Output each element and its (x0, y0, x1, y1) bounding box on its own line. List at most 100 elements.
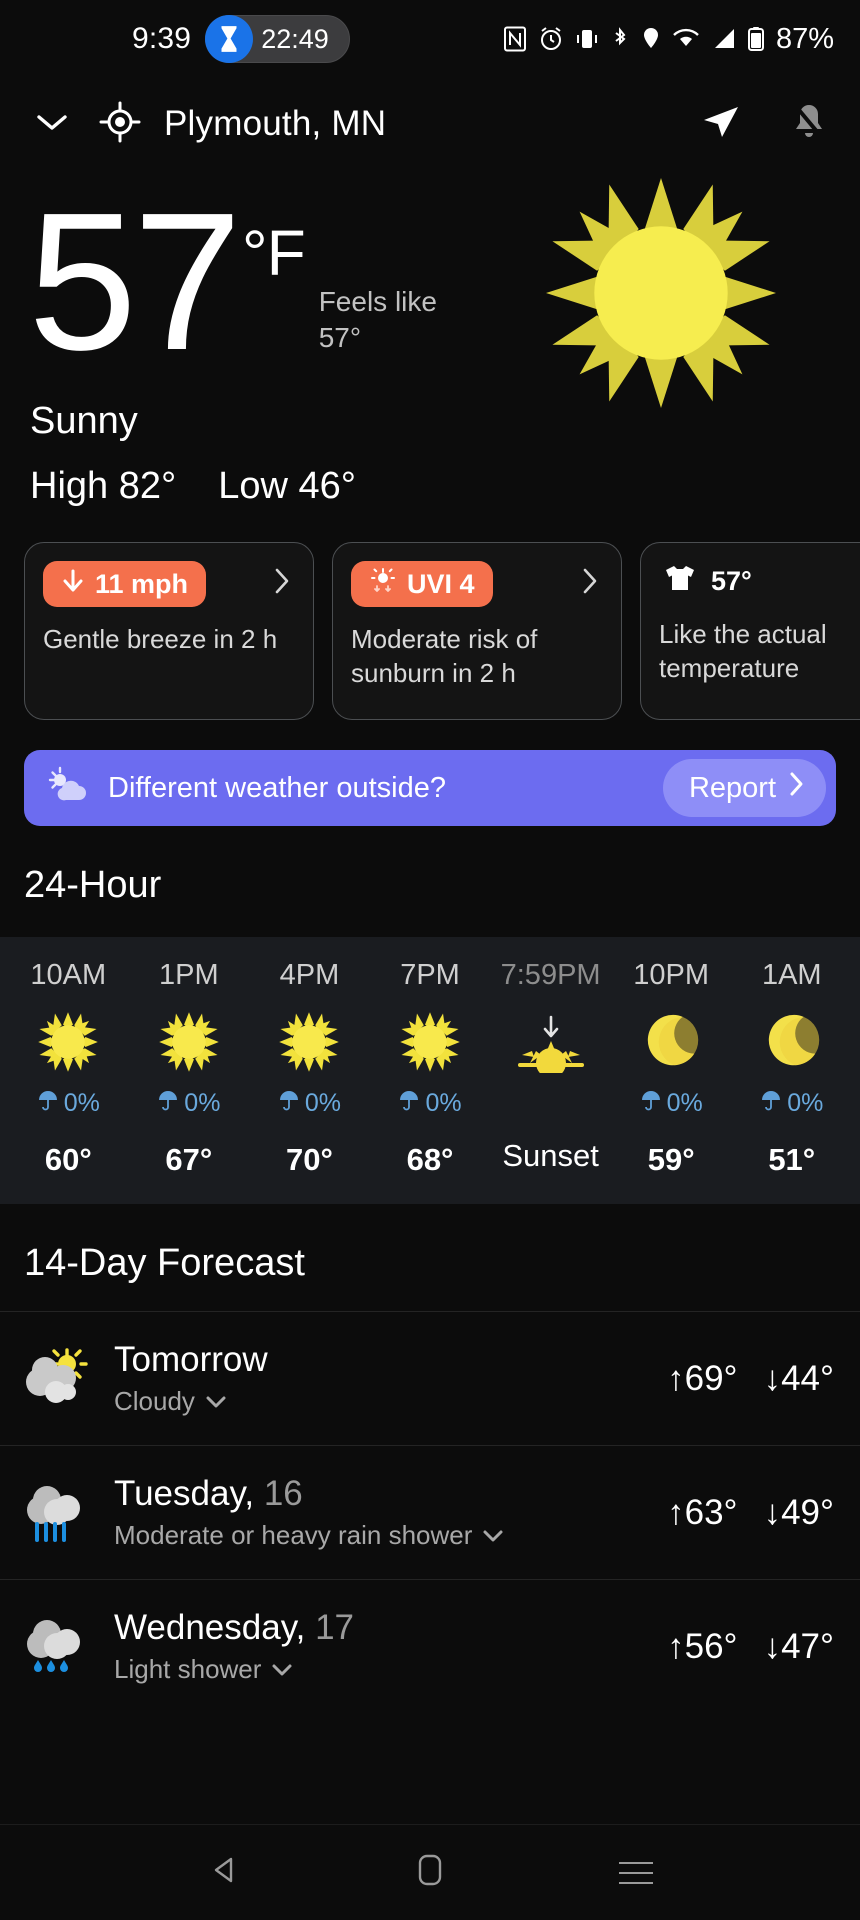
uv-sun-icon (369, 567, 397, 602)
battery-percent: 87% (775, 22, 834, 55)
daily-forecast-list: Tomorrow Cloudy ↑69° ↓44° Tuesday, 16 Mo… (0, 1311, 860, 1714)
system-navigation-bar (0, 1824, 860, 1920)
heavy-rain-icon (22, 1480, 96, 1546)
sun-icon (546, 178, 776, 413)
cloudy-sun-icon (22, 1348, 96, 1410)
hour-time: 7:59PM (500, 959, 601, 992)
arrow-down-icon (61, 568, 85, 601)
feels-like-label: Feels like (318, 286, 437, 317)
daily-name-text: Tomorrow (114, 1340, 268, 1380)
recents-icon[interactable] (593, 1850, 679, 1896)
report-button[interactable]: Report (662, 759, 826, 818)
umbrella-icon (157, 1089, 179, 1118)
card-header: UVI 4 (351, 561, 603, 608)
daily-temperatures: ↑63° ↓49° (667, 1493, 834, 1533)
cellular-signal-icon (711, 26, 737, 52)
info-card-uv-index[interactable]: UVI 4 Moderate risk of sunburn in 2 h (332, 542, 622, 721)
wind-badge-label: 11 mph (95, 568, 189, 599)
hour-pop-value: 0% (304, 1088, 342, 1117)
high-temperature: High 82° (30, 465, 177, 508)
home-icon[interactable] (390, 1841, 470, 1904)
daily-condition[interactable]: Light shower (114, 1654, 354, 1685)
weather-app-screen: 9:39 22:49 87% Plymouth, MN 57 °F Feels … (0, 0, 860, 1920)
uv-caption: Moderate risk of sunburn in 2 h (351, 624, 538, 688)
hourly-item[interactable]: 4PM 0% 70° (249, 959, 370, 1178)
temperature-block: 57 °F (28, 172, 306, 391)
daily-day-name: Tomorrow (114, 1340, 268, 1380)
hourly-section-title: 24-Hour (24, 864, 162, 907)
bell-off-icon[interactable] (788, 100, 830, 149)
daily-condition-text: Light shower (114, 1654, 262, 1685)
daily-day-name: Wednesday, 17 (114, 1608, 354, 1648)
bluetooth-icon (610, 26, 630, 52)
hourly-item-sunset[interactable]: 7:59PM Sunset (490, 959, 611, 1178)
app-bar-actions (698, 99, 830, 150)
timer-chip[interactable]: 22:49 (205, 15, 350, 63)
current-temperature: 57 (28, 172, 242, 391)
daily-row-info: Wednesday, 17 Light shower (114, 1608, 354, 1685)
hour-pop-value: 0% (63, 1088, 100, 1117)
hourly-item[interactable]: 10AM 0% 60° (8, 959, 129, 1178)
feels-like-value: 57° (318, 322, 362, 354)
daily-row-tomorrow[interactable]: Tomorrow Cloudy ↑69° ↓44° (0, 1311, 860, 1445)
daily-row-info: Tomorrow Cloudy (114, 1340, 268, 1417)
daily-name-text: Wednesday, (114, 1608, 306, 1648)
location-title[interactable]: Plymouth, MN (164, 104, 386, 144)
info-card-wind[interactable]: 11 mph Gentle breeze in 2 h (24, 542, 314, 721)
daily-day-name: Tuesday, 16 (114, 1474, 504, 1514)
current-conditions: 57 °F Feels like 57° Sunny High 82° Low … (0, 170, 860, 508)
vibrate-icon (575, 26, 599, 52)
daily-name-text: Tuesday, (114, 1474, 255, 1514)
hour-pop-value: 0% (425, 1088, 462, 1117)
banner-text: Different weather outside? (108, 771, 447, 804)
sun-icon (158, 1002, 220, 1082)
daily-row-info: Tuesday, 16 Moderate or heavy rain showe… (114, 1474, 504, 1551)
status-bar-left: 9:39 22:49 (26, 15, 350, 63)
daily-condition[interactable]: Moderate or heavy rain shower (114, 1520, 504, 1551)
chevron-down-icon[interactable] (271, 1654, 293, 1685)
tshirt-icon (663, 561, 697, 602)
daily-row-wednesday[interactable]: Wednesday, 17 Light shower ↑56° ↓47° (0, 1579, 860, 1713)
daily-low: ↓49° (763, 1492, 834, 1532)
hour-precipitation: 0% (37, 1086, 100, 1120)
hourly-item[interactable]: 7PM 0% 68° (370, 959, 491, 1178)
partly-cloudy-icon (46, 766, 90, 811)
app-bar: Plymouth, MN (0, 78, 860, 170)
chevron-right-icon[interactable] (273, 566, 295, 602)
chevron-down-icon[interactable] (205, 1386, 227, 1417)
wind-badge: 11 mph (43, 561, 207, 608)
clothing-badge: 57° (659, 561, 752, 602)
umbrella-icon (640, 1089, 662, 1118)
card-header: 57° (659, 561, 860, 602)
chevron-down-icon[interactable] (28, 104, 76, 145)
daily-row-tuesday[interactable]: Tuesday, 16 Moderate or heavy rain showe… (0, 1445, 860, 1579)
hour-precipitation: 0% (760, 1086, 823, 1120)
back-icon[interactable] (181, 1841, 267, 1904)
hour-pop-value: 0% (787, 1088, 824, 1117)
chevron-down-icon[interactable] (482, 1520, 504, 1551)
send-icon[interactable] (698, 99, 744, 150)
location-icon (641, 26, 661, 52)
daily-condition[interactable]: Cloudy (114, 1386, 268, 1417)
hour-pop-value: 0% (184, 1088, 221, 1117)
hourly-item[interactable]: 1PM 0% 67° (129, 959, 250, 1178)
low-temperature: Low 46° (218, 465, 356, 508)
hourly-item[interactable]: 10PM 0% 59° (611, 959, 732, 1178)
umbrella-icon (278, 1089, 300, 1118)
info-card-clothing[interactable]: 57° Like the actual temperature (640, 542, 860, 721)
hour-precipitation: 0% (278, 1086, 341, 1120)
hourly-item[interactable]: 1AM 0% 51° (731, 959, 852, 1178)
nfc-icon (503, 26, 527, 52)
report-weather-banner[interactable]: Different weather outside? Report (24, 750, 836, 827)
hourly-forecast-strip[interactable]: 10AM 0% 60° 1PM 0% 67° 4PM 0% 70° 7PM 0%… (0, 937, 860, 1205)
hour-temperature: 59° (647, 1142, 695, 1178)
my-location-icon[interactable] (98, 100, 142, 149)
clothing-badge-label: 57° (711, 566, 752, 597)
umbrella-icon (760, 1089, 782, 1118)
wind-caption: Gentle breeze in 2 h (43, 624, 278, 655)
daily-high: ↑56° (667, 1626, 738, 1666)
timer-value: 22:49 (261, 23, 329, 54)
hour-temperature: 67° (165, 1142, 213, 1178)
hour-time: 1AM (761, 959, 822, 992)
chevron-right-icon[interactable] (581, 566, 603, 602)
